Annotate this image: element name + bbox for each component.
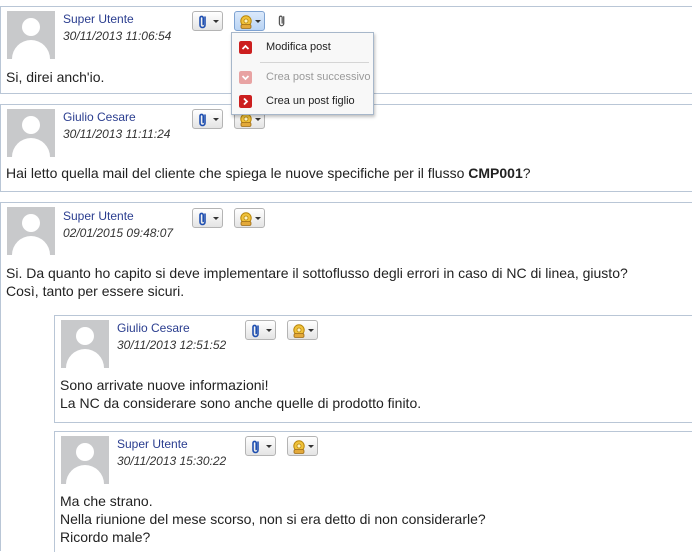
post-date: 30/11/2013 12:51:52 <box>117 338 227 352</box>
attach-button[interactable] <box>245 320 276 340</box>
post-actions-button[interactable] <box>234 208 265 228</box>
attachment-indicator-icon[interactable] <box>276 13 288 29</box>
avatar <box>7 11 55 59</box>
attach-button[interactable] <box>192 109 223 129</box>
menu-separator <box>260 62 369 63</box>
attach-button[interactable] <box>192 208 223 228</box>
post-date: 02/01/2015 09:48:07 <box>63 226 174 240</box>
gear-hand-icon <box>238 14 254 30</box>
arrow-down-icon <box>239 71 252 84</box>
post-actions-button[interactable] <box>287 320 318 340</box>
avatar <box>7 207 55 255</box>
post-message-line-3: Ricordo male? <box>60 529 151 545</box>
post-actions-button[interactable] <box>234 11 265 31</box>
gear-hand-icon <box>238 211 254 227</box>
paperclip-icon <box>196 112 210 128</box>
gear-hand-icon <box>291 439 307 455</box>
post-message-line-1: Ma che strano. <box>60 493 153 509</box>
paperclip-icon <box>249 323 263 339</box>
post-3: Super Utente 02/01/2015 09:48:07 Si. Da … <box>0 202 692 552</box>
post-author[interactable]: Giulio Cesare <box>63 110 136 124</box>
post-date: 30/11/2013 11:11:24 <box>63 127 171 141</box>
post-date: 30/11/2013 11:06:54 <box>63 29 172 43</box>
post-message: Si, direi anch'io. <box>6 69 105 85</box>
attach-button[interactable] <box>245 436 276 456</box>
post-date: 30/11/2013 15:30:22 <box>117 454 227 468</box>
post-message-line-1: Si. Da quanto ho capito si deve implemen… <box>6 265 628 281</box>
menu-item-edit-post[interactable]: Modifica post <box>232 37 373 59</box>
post-message-line-2: Nella riunione del mese scorso, non si e… <box>60 511 486 527</box>
menu-item-label: Modifica post <box>266 41 331 53</box>
post-actions-menu: Modifica post Crea post successivo Crea … <box>231 32 374 115</box>
message-text: Hai letto quella mail del cliente che sp… <box>6 165 469 181</box>
post-author[interactable]: Super Utente <box>63 209 134 223</box>
post-message-line-1: Sono arrivate nuove informazioni! <box>60 377 269 393</box>
child-post-1: Giulio Cesare 30/11/2013 12:51:52 Sono a… <box>54 315 692 423</box>
child-post-2: Super Utente 30/11/2013 15:30:22 Ma che … <box>54 431 692 552</box>
paperclip-icon <box>196 211 210 227</box>
post-author[interactable]: Super Utente <box>63 12 134 26</box>
arrow-up-icon <box>239 41 252 54</box>
menu-item-create-child-post[interactable]: Crea un post figlio <box>232 91 373 113</box>
message-text-end: ? <box>522 165 531 181</box>
avatar <box>61 320 109 368</box>
avatar <box>61 436 109 484</box>
message-bold-text: CMP001 <box>468 165 523 181</box>
gear-hand-icon <box>291 323 307 339</box>
post-message-line-2: La NC da considerare sono anche quelle d… <box>60 395 422 411</box>
paperclip-icon <box>196 14 210 30</box>
menu-item-label: Crea un post figlio <box>266 95 355 107</box>
menu-item-label: Crea post successivo <box>266 71 371 83</box>
menu-item-create-next-post[interactable]: Crea post successivo <box>232 67 373 89</box>
attach-button[interactable] <box>192 11 223 31</box>
post-2: Giulio Cesare 30/11/2013 11:11:24 Hai le… <box>0 104 692 192</box>
arrow-right-icon <box>239 95 252 108</box>
avatar <box>7 109 55 157</box>
post-message-line-2: Così, tanto per essere sicuri. <box>6 283 185 299</box>
paperclip-icon <box>249 439 263 455</box>
post-author[interactable]: Super Utente <box>117 437 188 451</box>
post-message: Hai letto quella mail del cliente che sp… <box>6 164 531 182</box>
post-actions-button[interactable] <box>287 436 318 456</box>
post-author[interactable]: Giulio Cesare <box>117 321 190 335</box>
